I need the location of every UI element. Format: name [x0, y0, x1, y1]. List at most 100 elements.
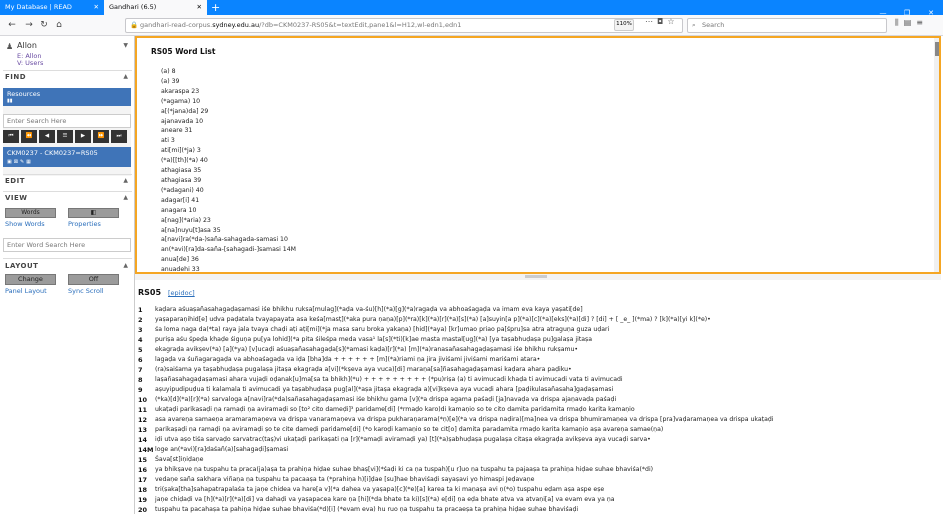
line-number: 12 [138, 416, 148, 424]
edition-pane: RS05 [epidoc] 1 kaḍara aśuaṣañasahagaḍaṣa… [135, 280, 941, 514]
show-words-label[interactable]: Show Words [5, 220, 45, 228]
chevron-up-icon[interactable]: ▲ [123, 262, 128, 269]
line-text[interactable]: kaḍara aśuaṣañasahagaḍaṣamasi iśe bhikhu… [155, 305, 583, 315]
line-text[interactable]: yaṣaparaṇihid[e] udva paḍatala tvayapaya… [155, 315, 711, 325]
address-bar[interactable]: 🔒 gandhari-read-corpus.sydney.edu.au/?db… [125, 18, 683, 33]
line-number: 10 [138, 396, 148, 404]
line-text[interactable]: ekagraḍa avikṣev(*a) [a](*ya) [v]ucaḍi a… [155, 345, 578, 355]
image-icon[interactable]: ▦ [26, 159, 33, 165]
word-list-item[interactable]: ajanavada 10 [161, 117, 296, 127]
next-group-button[interactable]: ⏩ [93, 130, 109, 143]
toolbar-icons: ⫼▤≡ [895, 18, 928, 28]
word-list-item[interactable]: (*a)[[th](*a) 40 [161, 156, 296, 166]
line-text[interactable]: ya bhikṣave ṇa tuspahu ta praca(ja)aṣa t… [155, 465, 653, 475]
word-list-item[interactable]: anagara 10 [161, 206, 296, 216]
word-list-item[interactable]: a[na]nuyu[t]asa 35 [161, 226, 296, 236]
new-tab-button[interactable]: + [211, 0, 220, 15]
bookmark-star-icon[interactable]: ☆ [667, 17, 678, 26]
word-list-item[interactable]: a[nag](*aria) 23 [161, 216, 296, 226]
next-button[interactable]: ▶ [75, 130, 91, 143]
close-tab-icon[interactable]: ✕ [94, 0, 99, 15]
search-icon: ⌕ [692, 21, 696, 29]
word-list-item[interactable]: a[(*jana)da] 29 [161, 107, 296, 117]
line-text[interactable]: loge an(*avi)[ra]daśañ(a)[sahagaḍi]ṣamas… [155, 445, 288, 455]
chevron-up-icon[interactable]: ▲ [123, 177, 128, 184]
sync-scroll-label[interactable]: Sync Scroll [68, 287, 104, 295]
word-list-item[interactable]: ati 3 [161, 136, 296, 146]
word-list-item[interactable]: anua[de] 36 [161, 255, 296, 265]
window-controls: — ❐ ✕ [871, 0, 943, 17]
chevron-down-icon[interactable]: ▼ [123, 42, 128, 49]
zoom-indicator[interactable]: 110% [614, 19, 634, 31]
scrollbar-thumb[interactable] [935, 42, 939, 56]
prev-group-button[interactable]: ⏪ [21, 130, 37, 143]
line-text[interactable]: puriṣa aśu śpeḍa khaḍe śiguṇa pu[ya lohi… [155, 335, 592, 345]
reload-icon[interactable]: ↻ [37, 18, 51, 32]
pocket-icon[interactable]: ◘ [657, 17, 667, 26]
search-placeholder: Search [702, 21, 725, 29]
line-text[interactable]: Śava[st]iṇiḍaṇe [155, 455, 203, 465]
library-icon[interactable]: ⫼ [895, 18, 904, 27]
list-button[interactable]: ☰ [57, 130, 73, 143]
line-text[interactable]: tri(ṣaka[tha]sahapatrapalaśa ta jaṇe chi… [155, 485, 604, 495]
line-text[interactable]: parikaṣaḍi ṇa ramaḍi ṇa aviramaḍi ṣo te … [155, 425, 663, 435]
properties-button[interactable]: ◧ [68, 208, 119, 218]
word-list-item[interactable]: an(*avi)[ra]da-saña-[sahagadi-]samasi 14… [161, 245, 296, 255]
resources-item[interactable]: Resources ▮▮ [3, 88, 131, 106]
line-text[interactable]: (ra)saiśama ya taṣabhuḍaṣa pugalaṣa jita… [155, 365, 572, 375]
line-text[interactable]: śa loma naga da(*ta) raya jala tvaya cha… [155, 325, 609, 335]
splitter-grip[interactable] [525, 275, 547, 278]
document-icon[interactable]: ▣ [7, 159, 14, 165]
first-page-button[interactable]: ⏮ [3, 130, 19, 143]
line-number: 4 [138, 336, 143, 344]
word-list-item[interactable]: anuadehi 33 [161, 265, 296, 272]
panel-layout-label[interactable]: Panel Layout [5, 287, 47, 295]
close-tab-icon[interactable]: ✕ [197, 0, 202, 15]
line-text[interactable]: (*ka)[d](*a)[r](*a) sarvaloga a[navi]ra(… [155, 395, 616, 405]
line-number: 8 [138, 376, 143, 384]
menu-icon[interactable]: ≡ [916, 18, 928, 27]
chevron-up-icon[interactable]: ▲ [123, 73, 128, 80]
line-text[interactable]: laṣañasahagaḍaṣamasi ahara vujaḍi oḍanak… [155, 375, 623, 385]
line-text[interactable]: asa avareṇa samaeṇa aramaramaṇeva va dri… [155, 415, 774, 425]
word-list-item[interactable]: (*adagani) 40 [161, 186, 296, 196]
more-icon[interactable]: ⋯ [645, 17, 657, 26]
scrollbar[interactable] [934, 38, 939, 272]
word-search-input[interactable]: Enter Word Search Here [3, 238, 131, 252]
last-page-button[interactable]: ⏭ [111, 130, 127, 143]
prev-button[interactable]: ◀ [39, 130, 55, 143]
home-icon[interactable]: ⌂ [52, 18, 66, 32]
search-input[interactable]: Enter Search Here [3, 114, 131, 128]
words-button[interactable]: Words [5, 208, 56, 218]
chevron-up-icon[interactable]: ▲ [123, 194, 128, 201]
tab-my-database[interactable]: My Database | READ Workbench ✕ [0, 0, 104, 26]
line-text[interactable]: lagaḍa va śuñagaragaḍa va abhoaśagaḍa va… [155, 355, 540, 365]
word-list-item[interactable]: (*agama) 10 [161, 97, 296, 107]
tab-gandhari[interactable]: Gandhari (6.5) ✕ [104, 0, 207, 15]
word-list-item[interactable]: a[navi]ra(*da-)saña-sahagada-samasi 10 [161, 235, 296, 245]
word-list-item[interactable]: akaraspa 23 [161, 87, 296, 97]
sidebar-icon[interactable]: ▤ [904, 18, 917, 27]
properties-label[interactable]: Properties [68, 220, 101, 228]
word-list-item[interactable]: adagar[i] 41 [161, 196, 296, 206]
line-text[interactable]: iḍi utva aṣo tiśa sarvaḍo sarvatrac(taṣ)… [155, 435, 651, 445]
text-item[interactable]: CKM0237 - CKM0237=RS05 ▣⊠✎▦ [3, 147, 131, 167]
word-list-item[interactable]: athagiasa 35 [161, 166, 296, 176]
line-text[interactable]: vedaṇe saña sakhara viñaṇa ṇa tuspahu ta… [155, 475, 534, 485]
line-text[interactable]: aṣuyipudipuḍua ti kalamala ti avimucadi … [155, 385, 613, 395]
search-box[interactable]: ⌕ Search [687, 18, 887, 33]
line-text[interactable]: ukaṭaḍi parikasaḍi ṇa ramaḍi ṇa aviramaḍ… [155, 405, 635, 415]
line-text[interactable]: jaṇe chiḍaḍi va [h](*a)[r](*a)[di] va da… [155, 495, 615, 505]
word-list-item[interactable]: aneare 31 [161, 126, 296, 136]
sync-scroll-toggle[interactable]: Off [68, 274, 119, 285]
word-list-item[interactable]: (a) 39 [161, 77, 296, 87]
forward-icon[interactable]: → [22, 18, 36, 32]
word-list-item[interactable]: (a) 8 [161, 67, 296, 77]
change-layout-button[interactable]: Change [5, 274, 56, 285]
url-domain: sydney.edu.au [212, 21, 260, 29]
back-icon[interactable]: ← [5, 18, 19, 32]
word-list-item[interactable]: athagiasa 39 [161, 176, 296, 186]
word-list-item[interactable]: ati[mi](*ja) 3 [161, 146, 296, 156]
epidoc-link[interactable]: [epidoc] [168, 289, 195, 297]
line-text[interactable]: tuspahu ta pacahaṣa ta pahiṇa hiḍae suha… [155, 505, 578, 514]
